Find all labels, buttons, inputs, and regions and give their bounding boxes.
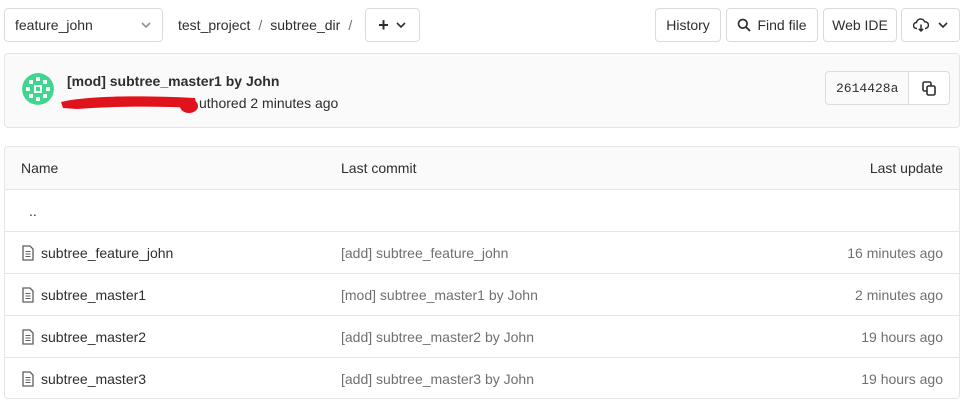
search-icon [738,18,752,32]
find-file-label: Find file [757,17,807,33]
find-file-button[interactable]: Find file [726,8,818,42]
copy-sha-button[interactable] [909,71,951,105]
chevron-down-icon [396,22,406,29]
file-last-commit[interactable]: [mod] subtree_master1 by John [341,287,538,303]
file-tree-table: Name Last commit Last update .. subtree_… [4,146,960,399]
history-button[interactable]: History [655,8,721,42]
breadcrumb-separator: / [258,17,263,33]
file-name[interactable]: subtree_master3 [41,371,146,387]
branch-dropdown[interactable]: feature_john [4,8,163,42]
parent-directory-link[interactable]: .. [29,203,37,219]
add-dropdown-button[interactable]: + [365,8,420,42]
copy-icon [922,80,937,96]
file-name-cell[interactable]: subtree_feature_john [21,245,173,261]
web-ide-button[interactable]: Web IDE [823,8,897,42]
file-name[interactable]: subtree_master1 [41,287,146,303]
file-icon [22,328,34,345]
breadcrumb: test_project / subtree_dir / [178,8,360,42]
table-header-row: Name Last commit Last update [5,147,959,189]
repo-toolbar: feature_john test_project / subtree_dir … [4,8,960,42]
file-icon [22,286,34,303]
chevron-down-icon [937,22,948,29]
table-row[interactable]: subtree_master2 [add] subtree_master2 by… [5,315,959,357]
download-dropdown-button[interactable] [901,8,960,42]
file-last-update: 19 hours ago [861,328,943,345]
file-name-cell[interactable]: subtree_master2 [21,329,146,345]
table-row[interactable]: subtree_feature_john [add] subtree_featu… [5,231,959,273]
file-name-cell[interactable]: subtree_master1 [21,287,146,303]
header-last-update: Last update [869,160,943,176]
commit-sha[interactable]: 2614428a [825,71,910,105]
branch-name: feature_john [15,17,93,33]
redaction-mark [61,96,198,113]
file-name[interactable]: subtree_feature_john [41,245,173,261]
commit-title-link[interactable]: [mod] subtree_master1 by John [67,73,279,89]
plus-icon: + [378,14,389,35]
file-last-update: 19 hours ago [861,370,943,387]
file-last-update: 2 minutes ago [855,286,943,303]
file-last-commit[interactable]: [add] subtree_master3 by John [341,371,534,387]
header-last-commit: Last commit [341,160,417,176]
last-commit-panel: [mod] subtree_master1 by John uthored 2 … [4,53,960,128]
breadcrumb-separator: / [348,17,353,33]
file-name-cell[interactable]: subtree_master3 [21,371,146,387]
table-row[interactable]: subtree_master1 [mod] subtree_master1 by… [5,273,959,315]
file-icon [22,370,34,387]
parent-directory-row[interactable]: .. [5,189,959,231]
file-icon [22,244,34,261]
file-last-update: 16 minutes ago [847,244,943,261]
avatar[interactable] [22,73,54,105]
breadcrumb-project[interactable]: test_project [178,17,250,33]
commit-sha-group: 2614428a [825,71,951,105]
chevron-down-icon [141,22,151,29]
file-name[interactable]: subtree_master2 [41,329,146,345]
file-last-commit[interactable]: [add] subtree_feature_john [341,245,508,261]
commit-authored-time: uthored 2 minutes ago [199,95,339,111]
breadcrumb-dir[interactable]: subtree_dir [270,17,340,33]
file-last-commit[interactable]: [add] subtree_master2 by John [341,329,534,345]
header-name: Name [21,160,59,176]
cloud-download-icon [912,18,929,32]
table-row[interactable]: subtree_master3 [add] subtree_master3 by… [5,357,959,398]
